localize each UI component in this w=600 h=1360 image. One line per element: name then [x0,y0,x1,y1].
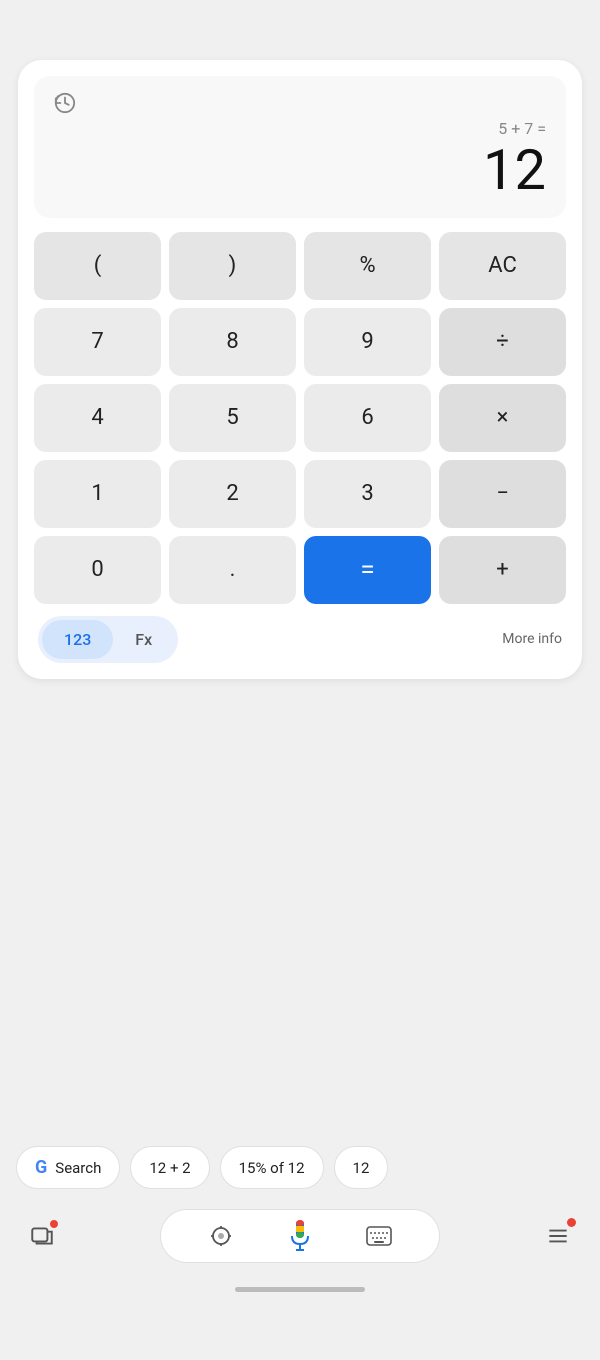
btn-0[interactable]: 0 [34,536,161,604]
mode-123-button[interactable]: 123 [42,620,113,659]
btn-8[interactable]: 8 [169,308,296,376]
search-suggestion-3[interactable]: 12 [334,1146,389,1189]
search-label: Search [55,1159,101,1177]
suggestion-2-label: 15% of 12 [239,1159,305,1177]
btn-divide[interactable]: ÷ [439,308,566,376]
notification-badge [567,1218,576,1227]
mode-row: 123 Fx More info [34,616,566,663]
btn-3[interactable]: 3 [304,460,431,528]
more-info-button[interactable]: More info [502,631,562,647]
button-grid: ( ) % AC 7 8 9 ÷ 4 5 6 × 1 2 3 − 0 . = + [34,232,566,604]
btn-1[interactable]: 1 [34,460,161,528]
calculator-card: 5 + 7 = 12 ( ) % AC 7 8 9 ÷ 4 5 6 × 1 2 … [18,60,582,679]
btn-9[interactable]: 9 [304,308,431,376]
btn-multiply[interactable]: × [439,384,566,452]
btn-4[interactable]: 4 [34,384,161,452]
search-suggestion-2[interactable]: 15% of 12 [220,1146,324,1189]
mic-icon[interactable] [280,1216,320,1256]
bottom-toolbar [0,1209,600,1263]
keyboard-icon[interactable] [359,1216,399,1256]
calculator-display: 5 + 7 = 12 [34,76,566,218]
home-bar [235,1287,365,1292]
mode-toggle: 123 Fx [38,616,178,663]
home-indicator [0,1279,600,1300]
lens-icon[interactable] [201,1216,241,1256]
suggestion-1-label: 12 + 2 [149,1159,190,1177]
search-suggestion-google[interactable]: G Search [16,1146,120,1189]
btn-percent[interactable]: % [304,232,431,300]
btn-open-paren[interactable]: ( [34,232,161,300]
display-result: 12 [54,140,546,202]
btn-close-paren[interactable]: ) [169,232,296,300]
mode-fx-button[interactable]: Fx [113,620,174,659]
btn-5[interactable]: 5 [169,384,296,452]
tasks-icon[interactable] [536,1214,580,1258]
btn-2[interactable]: 2 [169,460,296,528]
btn-equals[interactable]: = [304,536,431,604]
toolbar-center-pill [160,1209,440,1263]
search-suggestions: G Search 12 + 2 15% of 12 12 [0,1146,600,1189]
btn-subtract[interactable]: − [439,460,566,528]
btn-7[interactable]: 7 [34,308,161,376]
google-g-icon: G [35,1157,47,1178]
btn-add[interactable]: + [439,536,566,604]
screenshot-icon[interactable] [20,1214,64,1258]
btn-6[interactable]: 6 [304,384,431,452]
display-expression: 5 + 7 = [54,119,546,138]
btn-decimal[interactable]: . [169,536,296,604]
history-icon[interactable] [54,95,76,119]
search-suggestion-1[interactable]: 12 + 2 [130,1146,209,1189]
btn-clear[interactable]: AC [439,232,566,300]
suggestion-3-label: 12 [353,1159,370,1177]
bottom-area: G Search 12 + 2 15% of 12 12 [0,1146,600,1300]
